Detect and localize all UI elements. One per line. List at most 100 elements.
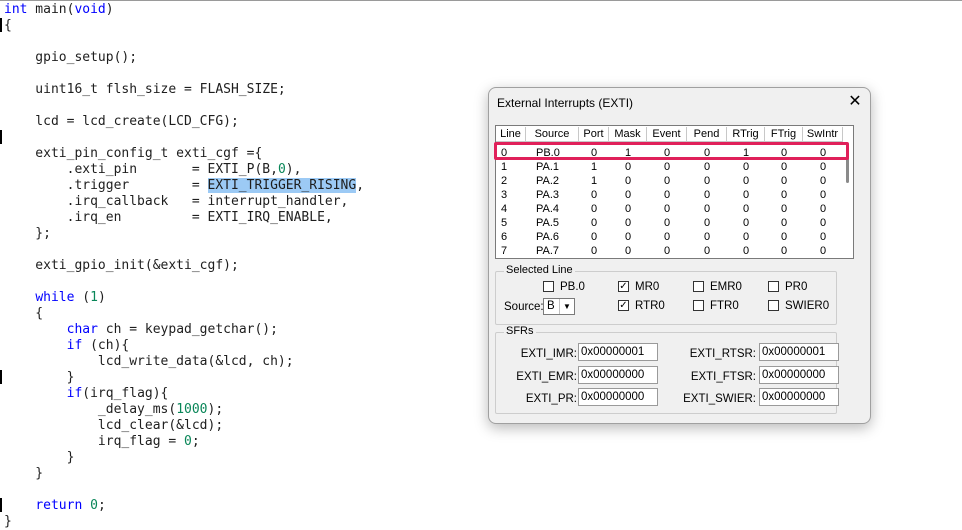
pb0-checkbox[interactable] — [543, 281, 554, 292]
exti-ftsr-field[interactable] — [759, 366, 839, 384]
column-header[interactable]: Line — [496, 127, 526, 142]
code-line[interactable]: exti_gpio_init(&exti_cgf); — [4, 258, 239, 274]
column-header[interactable]: Port — [579, 127, 609, 142]
rtr0-checkbox[interactable]: ✓ — [618, 300, 629, 311]
code-line[interactable]: int main(void) — [4, 2, 114, 18]
fold-marker[interactable] — [0, 498, 2, 512]
code-line[interactable]: .irq_callback = interrupt_handler, — [4, 194, 349, 210]
list-cell: 0 — [624, 245, 632, 257]
list-cell: 0 — [703, 217, 711, 229]
list-cell: 0 — [703, 189, 711, 201]
close-icon[interactable]: ✕ — [845, 92, 865, 112]
exti-imr-field[interactable] — [578, 343, 658, 361]
fold-marker[interactable] — [0, 370, 2, 384]
exti-dialog: External Interrupts (EXTI) ✕ Line Source P… — [488, 87, 871, 424]
list-cell: 0 — [663, 161, 671, 173]
list-cell: 0 — [819, 175, 827, 187]
exti-emr-field[interactable] — [578, 366, 658, 384]
code-line[interactable]: lcd = lcd_create(LCD_CFG); — [4, 114, 239, 130]
column-header[interactable]: Event — [647, 127, 687, 142]
fold-marker[interactable] — [0, 18, 2, 32]
code-text: , — [356, 178, 365, 193]
list-cell: 0 — [742, 231, 750, 243]
list-cell: 0 — [780, 189, 788, 201]
fold-marker[interactable] — [0, 130, 2, 144]
ftr0-checkbox[interactable] — [693, 300, 704, 311]
code-line[interactable]: lcd_write_data(&lcd, ch); — [4, 354, 294, 370]
list-scrollbar[interactable] — [843, 143, 853, 257]
code-line[interactable]: }; — [4, 226, 51, 242]
list-cell: 5 — [501, 217, 508, 229]
code-line[interactable]: gpio_setup(); — [4, 50, 137, 66]
code-line[interactable]: exti_pin_config_t exti_cgf ={ — [4, 146, 262, 162]
code-line[interactable]: uint16_t flsh_size = FLASH_SIZE; — [4, 82, 285, 98]
code-line[interactable]: .exti_pin = EXTI_P(B,0), — [4, 162, 302, 178]
chevron-down-icon[interactable]: ▼ — [559, 299, 574, 314]
code-line[interactable]: lcd_clear(&lcd); — [4, 418, 223, 434]
list-cell: 0 — [819, 231, 827, 243]
exti-swier-field[interactable] — [759, 388, 839, 406]
code-line[interactable]: irq_flag = 0; — [4, 434, 200, 450]
list-item[interactable]: 3 PA.3 0 0 0 0 0 0 0 — [496, 188, 846, 202]
list-cell: 0 — [819, 217, 827, 229]
code-line[interactable]: _delay_ms(1000); — [4, 402, 223, 418]
list-cell: 0 — [590, 217, 598, 229]
list-cell: 0 — [624, 231, 632, 243]
swier0-label: SWIER0 — [785, 300, 830, 312]
list-item[interactable]: 6 PA.6 0 0 0 0 0 0 0 — [496, 230, 846, 244]
code-line[interactable]: char ch = keypad_getchar(); — [4, 322, 278, 338]
list-cell: 0 — [742, 245, 750, 257]
source-label: Source: — [504, 301, 544, 313]
code-text: .trigger = — [4, 178, 208, 193]
code-line[interactable]: } — [4, 466, 43, 482]
ftr0-label: FTR0 — [710, 300, 739, 312]
mr0-label: MR0 — [635, 281, 660, 293]
list-cell: 0 — [742, 175, 750, 187]
pr0-checkbox[interactable] — [768, 281, 779, 292]
list-cell: 0 — [624, 203, 632, 215]
list-item[interactable]: 1 PA.1 1 0 0 0 0 0 0 — [496, 160, 846, 174]
exti-imr-label: EXTI_IMR: — [520, 348, 577, 360]
list-cell: 0 — [703, 245, 711, 257]
list-cell: 0 — [663, 203, 671, 215]
list-cell: 6 — [501, 231, 508, 243]
list-cell: 7 — [501, 245, 508, 257]
code-line[interactable]: } — [4, 450, 75, 466]
list-cell: 0 — [819, 245, 827, 257]
exti-pr-field[interactable] — [578, 388, 658, 406]
column-header[interactable]: SwIntr — [803, 127, 843, 142]
column-header[interactable]: RTrig — [727, 127, 765, 142]
code-line[interactable]: .irq_en = EXTI_IRQ_ENABLE, — [4, 210, 333, 226]
pr0-label: PR0 — [785, 281, 808, 293]
list-item[interactable]: 2 PA.2 1 0 0 0 0 0 0 — [496, 174, 846, 188]
list-item[interactable]: 5 PA.5 0 0 0 0 0 0 0 — [496, 216, 846, 230]
selected-text[interactable]: EXTI_TRIGGER_RISING — [207, 178, 357, 193]
list-cell: 1 — [590, 161, 598, 173]
list-cell: 0 — [663, 189, 671, 201]
column-header[interactable]: Pend — [687, 127, 727, 142]
code-line[interactable]: return 0; — [4, 498, 105, 514]
code-line[interactable]: .trigger = EXTI_TRIGGER_RISING, — [4, 178, 364, 194]
code-line[interactable]: } — [4, 514, 12, 530]
list-cell: 0 — [624, 175, 632, 187]
code-line[interactable]: { — [4, 306, 43, 322]
source-select[interactable]: B ▼ — [543, 298, 575, 315]
column-header[interactable]: Source — [526, 127, 579, 142]
list-cell: 2 — [501, 175, 508, 187]
swier0-checkbox[interactable] — [768, 300, 779, 311]
list-cell: 0 — [780, 217, 788, 229]
list-item[interactable]: 4 PA.4 0 0 0 0 0 0 0 — [496, 202, 846, 216]
code-line[interactable]: if (ch){ — [4, 338, 130, 354]
exti-rtsr-field[interactable] — [759, 343, 839, 361]
mr0-checkbox[interactable]: ✓ — [618, 281, 629, 292]
list-item[interactable]: 7 PA.7 0 0 0 0 0 0 0 — [496, 244, 846, 258]
emr0-checkbox[interactable] — [693, 281, 704, 292]
column-header[interactable]: FTrig — [765, 127, 803, 142]
code-line[interactable]: } — [4, 370, 75, 386]
column-header[interactable]: Mask — [609, 127, 647, 142]
code-line[interactable]: if(irq_flag){ — [4, 386, 169, 402]
list-cell: 0 — [663, 175, 671, 187]
code-line[interactable]: { — [4, 18, 12, 34]
code-line[interactable]: while (1) — [4, 290, 105, 306]
list-cell: 0 — [819, 203, 827, 215]
